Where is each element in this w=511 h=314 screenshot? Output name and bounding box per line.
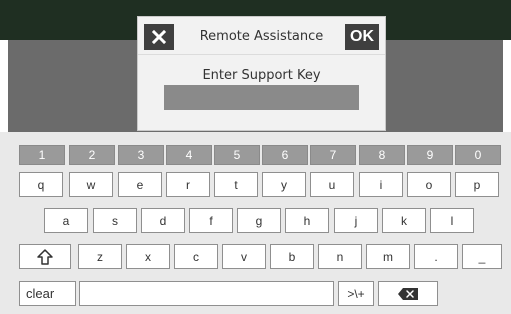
key-8[interactable]: 8 bbox=[359, 145, 405, 165]
key-v[interactable]: v bbox=[222, 244, 266, 269]
key-underscore[interactable]: _ bbox=[462, 244, 502, 269]
key-k[interactable]: k bbox=[382, 208, 426, 233]
clear-key[interactable]: clear bbox=[19, 281, 76, 306]
key-9[interactable]: 9 bbox=[407, 145, 453, 165]
key-y[interactable]: y bbox=[262, 172, 306, 197]
key-6[interactable]: 6 bbox=[262, 145, 308, 165]
key-n[interactable]: n bbox=[318, 244, 362, 269]
screen: Remote Assistance OK Enter Support Key 1… bbox=[0, 0, 511, 314]
key-d[interactable]: d bbox=[141, 208, 185, 233]
key-j[interactable]: j bbox=[334, 208, 378, 233]
backspace-icon bbox=[398, 287, 418, 300]
key-u[interactable]: u bbox=[310, 172, 354, 197]
space-key[interactable] bbox=[79, 281, 334, 306]
key-r[interactable]: r bbox=[166, 172, 210, 197]
backspace-key[interactable] bbox=[378, 281, 438, 306]
key-z[interactable]: z bbox=[78, 244, 122, 269]
key-period[interactable]: . bbox=[414, 244, 458, 269]
key-p[interactable]: p bbox=[455, 172, 499, 197]
on-screen-keyboard: 1 2 3 4 5 6 7 8 9 0 q w e r t y u i o p … bbox=[0, 132, 511, 314]
key-2[interactable]: 2 bbox=[69, 145, 115, 165]
key-3[interactable]: 3 bbox=[118, 145, 164, 165]
key-b[interactable]: b bbox=[270, 244, 314, 269]
remote-assistance-dialog: Remote Assistance OK Enter Support Key bbox=[137, 16, 386, 131]
key-h[interactable]: h bbox=[285, 208, 329, 233]
key-w[interactable]: w bbox=[69, 172, 113, 197]
key-e[interactable]: e bbox=[118, 172, 162, 197]
key-a[interactable]: a bbox=[44, 208, 88, 233]
dialog-title: Remote Assistance bbox=[199, 29, 324, 44]
key-g[interactable]: g bbox=[237, 208, 281, 233]
ok-button[interactable]: OK bbox=[345, 24, 379, 50]
key-1[interactable]: 1 bbox=[19, 145, 65, 165]
key-c[interactable]: c bbox=[174, 244, 218, 269]
key-o[interactable]: o bbox=[407, 172, 451, 197]
key-m[interactable]: m bbox=[366, 244, 410, 269]
support-key-prompt: Enter Support Key bbox=[202, 68, 321, 83]
support-key-input[interactable] bbox=[164, 85, 359, 110]
key-0[interactable]: 0 bbox=[455, 145, 501, 165]
key-i[interactable]: i bbox=[359, 172, 403, 197]
key-f[interactable]: f bbox=[189, 208, 233, 233]
close-button[interactable] bbox=[144, 24, 174, 50]
key-q[interactable]: q bbox=[19, 172, 63, 197]
key-5[interactable]: 5 bbox=[214, 145, 260, 165]
key-7[interactable]: 7 bbox=[310, 145, 356, 165]
shift-icon bbox=[37, 248, 53, 265]
symbols-key[interactable]: >\+ bbox=[338, 281, 374, 306]
dialog-header: Remote Assistance OK bbox=[138, 17, 385, 55]
key-l[interactable]: l bbox=[430, 208, 474, 233]
key-4[interactable]: 4 bbox=[166, 145, 212, 165]
key-s[interactable]: s bbox=[93, 208, 137, 233]
close-icon bbox=[152, 30, 166, 44]
key-t[interactable]: t bbox=[214, 172, 258, 197]
key-x[interactable]: x bbox=[126, 244, 170, 269]
shift-key[interactable] bbox=[19, 244, 71, 269]
